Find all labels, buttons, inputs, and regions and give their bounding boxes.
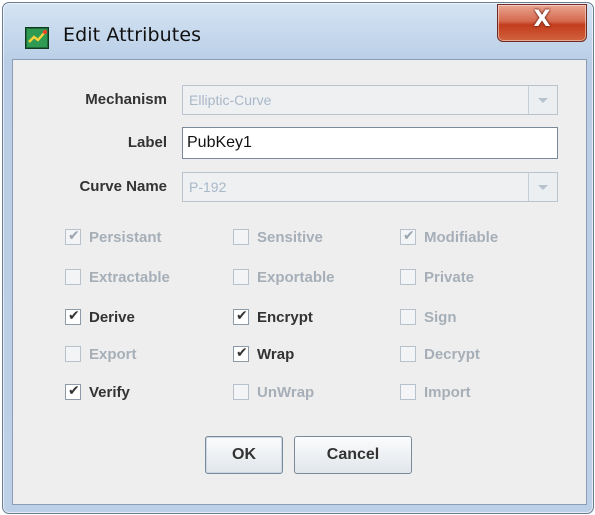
check-icon: ✔ [68, 308, 80, 324]
checkbox-box [400, 309, 416, 325]
check-icon: ✔ [68, 383, 80, 399]
mechanism-select: Elliptic-Curve [182, 85, 558, 115]
checkbox-sign: Sign [400, 306, 457, 328]
checkbox-export: Export [65, 343, 137, 365]
checkbox-label: Wrap [257, 345, 295, 363]
checkbox-box[interactable]: ✔ [65, 308, 81, 325]
checkbox-encrypt[interactable]: ✔ Encrypt [233, 306, 313, 328]
check-icon: ✔ [68, 228, 80, 244]
title-bar[interactable]: Edit Attributes X [3, 3, 593, 59]
checkbox-modifiable: ✔ Modifiable [400, 226, 498, 248]
checkbox-decrypt: Decrypt [400, 343, 480, 365]
checkbox-sensitive: Sensitive [233, 226, 323, 248]
window-title: Edit Attributes [63, 24, 202, 46]
checkbox-box: ✔ [65, 228, 81, 245]
curve-name-value: P-192 [189, 179, 227, 195]
label-input[interactable] [187, 132, 547, 154]
mechanism-label: Mechanism [85, 91, 167, 108]
checkbox-box [233, 269, 249, 285]
checkbox-exportable: Exportable [233, 266, 335, 288]
checkbox-label: UnWrap [257, 383, 315, 401]
close-button[interactable]: X [497, 4, 587, 42]
close-icon: X [533, 7, 551, 32]
curve-name-label: Curve Name [79, 178, 167, 195]
edit-attributes-dialog: Edit Attributes X Mechanism Elliptic-Cur… [2, 2, 594, 514]
checkbox-label: Verify [89, 383, 130, 401]
checkbox-derive[interactable]: ✔ Derive [65, 306, 135, 328]
checkbox-box [400, 384, 416, 400]
ok-button[interactable]: OK [205, 436, 283, 474]
checkbox-box[interactable]: ✔ [65, 383, 81, 400]
checkbox-verify[interactable]: ✔ Verify [65, 381, 130, 403]
checkbox-label: Private [424, 268, 475, 286]
checkbox-label: Decrypt [424, 345, 480, 363]
label-label: Label [127, 134, 167, 151]
label-input-field[interactable] [182, 127, 558, 159]
checkbox-persistant: ✔ Persistant [65, 226, 162, 248]
checkbox-label: Import [424, 383, 471, 401]
curve-name-dropdown-button [528, 173, 557, 201]
cancel-button[interactable]: Cancel [294, 436, 412, 474]
checkbox-box [400, 346, 416, 362]
checkbox-label: Derive [89, 308, 135, 326]
checkbox-box[interactable]: ✔ [233, 308, 249, 325]
checkbox-label: Persistant [89, 228, 162, 246]
checkbox-box[interactable]: ✔ [233, 345, 249, 362]
check-icon: ✔ [236, 345, 248, 361]
mechanism-value: Elliptic-Curve [189, 92, 272, 108]
checkbox-private: Private [400, 266, 474, 288]
curve-name-select: P-192 [182, 172, 558, 202]
checkbox-wrap[interactable]: ✔ Wrap [233, 343, 294, 365]
checkbox-label: Encrypt [257, 308, 313, 326]
checkbox-label: Export [89, 345, 137, 363]
checkbox-box [65, 346, 81, 362]
chevron-down-icon [538, 98, 548, 103]
dialog-body: Mechanism Elliptic-Curve Label Curve Nam… [12, 59, 587, 505]
mechanism-dropdown-button [528, 86, 557, 114]
checkbox-label: Sign [424, 308, 457, 326]
checkbox-label: Modifiable [424, 228, 499, 246]
checkbox-import: Import [400, 381, 471, 403]
checkbox-label: Extractable [89, 268, 170, 286]
key-app-icon [25, 27, 49, 49]
checkbox-box [400, 269, 416, 285]
check-icon: ✔ [403, 228, 415, 244]
checkbox-box [233, 229, 249, 245]
checkbox-box: ✔ [400, 228, 416, 245]
checkbox-label: Exportable [257, 268, 335, 286]
checkbox-label: Sensitive [257, 228, 323, 246]
checkbox-box [233, 384, 249, 400]
check-icon: ✔ [236, 308, 248, 324]
checkbox-extractable: Extractable [65, 266, 170, 288]
chevron-down-icon [538, 185, 548, 190]
checkbox-box [65, 269, 81, 285]
checkbox-unwrap: UnWrap [233, 381, 314, 403]
